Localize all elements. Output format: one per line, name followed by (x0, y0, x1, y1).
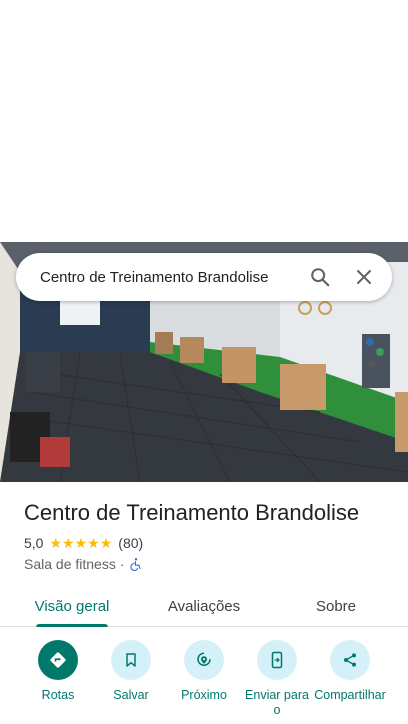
nearby-button[interactable]: Próximo (167, 640, 241, 703)
tab-reviews[interactable]: Avaliações (156, 586, 252, 626)
star-icon: ★ (99, 535, 113, 551)
category-row: Sala de fitness · (24, 556, 143, 572)
clear-search-button[interactable] (342, 255, 386, 299)
search-icon (311, 268, 330, 287)
star-icon: ★ (87, 535, 100, 551)
send-to-phone-icon (271, 651, 283, 669)
search-input[interactable]: Centro de Treinamento Brandolise (16, 269, 298, 286)
star-icon: ★ (62, 535, 75, 551)
nearby-label: Próximo (181, 688, 227, 702)
search-bar[interactable]: Centro de Treinamento Brandolise (16, 253, 392, 301)
bookmark-icon (126, 653, 136, 667)
share-button[interactable]: Compartilhar (313, 640, 387, 703)
rating-row[interactable]: 5,0 ★ ★ ★ ★ ★ (80) (24, 535, 143, 551)
directions-icon (50, 652, 66, 668)
search-button[interactable] (298, 255, 342, 299)
review-count[interactable]: (80) (118, 535, 143, 551)
wheelchair-icon (129, 558, 141, 571)
save-button-circle (111, 640, 151, 680)
save-label: Salvar (113, 688, 149, 702)
action-bar: Rotas Salvar Próximo Enviar para o Compa… (0, 640, 408, 724)
active-tab-indicator (36, 624, 108, 627)
star-icon: ★ (74, 535, 88, 551)
tab-about[interactable]: Sobre (296, 586, 376, 626)
star-rating: ★ ★ ★ ★ ★ (49, 536, 112, 550)
save-button[interactable]: Salvar (94, 640, 168, 703)
share-icon (344, 653, 356, 667)
share-label: Compartilhar (314, 688, 386, 702)
directions-label: Rotas (41, 688, 75, 702)
send-to-phone-button-circle (257, 640, 297, 680)
rating-value: 5,0 (24, 535, 44, 551)
place-title: Centro de Treinamento Brandolise (24, 500, 360, 525)
close-icon (357, 270, 371, 284)
send-to-phone-button[interactable]: Enviar para o (240, 640, 314, 718)
nearby-icon (197, 652, 211, 666)
directions-button-circle (38, 640, 78, 680)
tab-bar: Visão geral Avaliações Sobre (0, 586, 408, 627)
send-to-phone-label: Enviar para o (245, 688, 309, 717)
separator: · (119, 556, 125, 572)
place-category: Sala de fitness (24, 556, 116, 572)
share-button-circle (330, 640, 370, 680)
tab-overview[interactable]: Visão geral (24, 586, 120, 626)
nearby-button-circle (184, 640, 224, 680)
directions-button[interactable]: Rotas (21, 640, 95, 703)
star-icon: ★ (49, 535, 63, 551)
